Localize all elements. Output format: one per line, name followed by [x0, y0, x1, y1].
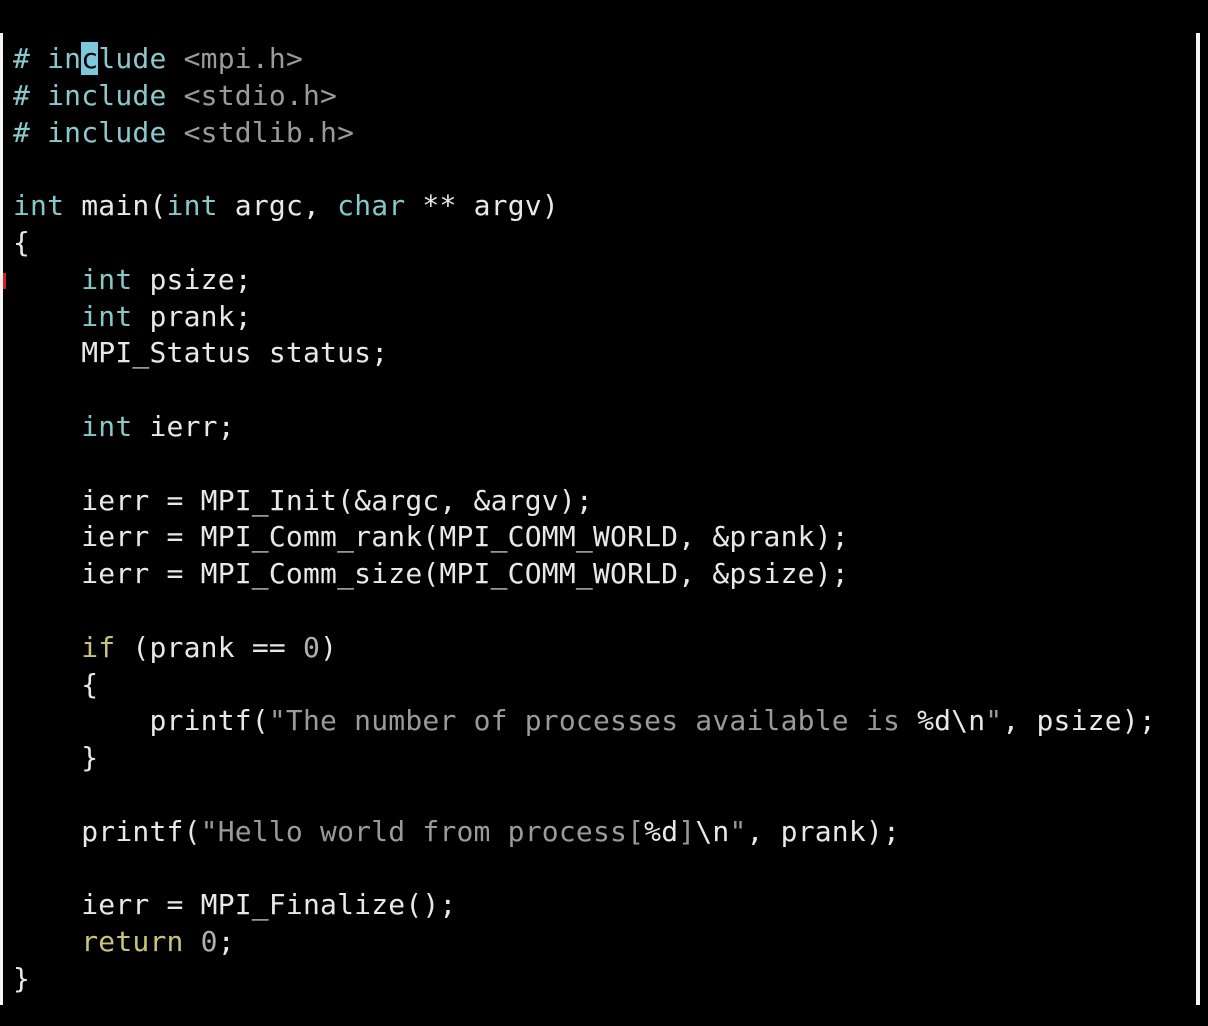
- code-line[interactable]: int prank;: [13, 299, 1156, 336]
- code-line[interactable]: [13, 151, 1156, 188]
- code-line[interactable]: return 0;: [13, 924, 1156, 961]
- code-line[interactable]: MPI_Status status;: [13, 335, 1156, 372]
- code-token: prank;: [132, 299, 252, 333]
- code-editor[interactable]: # include <mpi.h> # include <stdio.h> # in…: [13, 41, 1156, 998]
- code-line[interactable]: int main(int argc, char ** argv): [13, 188, 1156, 225]
- code-token: lude: [98, 42, 167, 75]
- code-token: <mpi.h>: [166, 42, 304, 75]
- code-token: ierr = MPI_Init(&argc, &argv);: [13, 483, 593, 517]
- code-token: int: [166, 189, 218, 223]
- code-token: if: [81, 630, 116, 664]
- code-token: printf(: [13, 814, 201, 848]
- code-token: MPI_Status status;: [13, 336, 389, 370]
- code-token: ierr = MPI_Comm_rank(MPI_COMM_WORLD, &pr…: [13, 520, 849, 554]
- code-token: ": [985, 704, 1003, 738]
- code-line[interactable]: }: [13, 740, 1156, 777]
- code-line[interactable]: # include <stdio.h>: [13, 78, 1156, 115]
- code-line[interactable]: ierr = MPI_Comm_size(MPI_COMM_WORLD, &ps…: [13, 556, 1156, 593]
- code-line[interactable]: }: [13, 961, 1156, 998]
- code-token: argc,: [217, 189, 338, 223]
- code-line[interactable]: [13, 851, 1156, 888]
- code-token: ": [729, 814, 747, 848]
- code-token: ** argv): [405, 189, 559, 223]
- code-line[interactable]: ierr = MPI_Finalize();: [13, 887, 1156, 924]
- text-cursor: c: [81, 42, 99, 75]
- code-line[interactable]: if (prank == 0): [13, 630, 1156, 667]
- code-token: int: [81, 262, 133, 296]
- code-token: # include: [13, 115, 167, 149]
- code-token: (prank ==: [115, 630, 303, 664]
- code-line[interactable]: # include <stdlib.h>: [13, 115, 1156, 152]
- code-token: ): [320, 630, 338, 664]
- code-line[interactable]: [13, 446, 1156, 483]
- code-line[interactable]: {: [13, 667, 1156, 704]
- code-token: printf(: [13, 704, 269, 738]
- code-line[interactable]: int ierr;: [13, 409, 1156, 446]
- code-token: int: [13, 189, 65, 223]
- code-token: {: [13, 225, 31, 259]
- code-token: 0: [303, 630, 321, 664]
- code-token: <stdlib.h>: [166, 115, 355, 149]
- code-token: ]: [678, 814, 696, 848]
- code-line[interactable]: ierr = MPI_Init(&argc, &argv);: [13, 483, 1156, 520]
- code-token: }: [13, 961, 31, 995]
- code-token: %d\n: [917, 704, 986, 738]
- code-token: ierr;: [132, 409, 235, 443]
- code-token: int: [81, 299, 133, 333]
- code-line[interactable]: # include <mpi.h>: [13, 41, 1156, 78]
- code-token: ierr = MPI_Finalize();: [13, 888, 457, 922]
- code-token: %d: [644, 814, 679, 848]
- code-line[interactable]: [13, 372, 1156, 409]
- code-token: \n: [695, 814, 730, 848]
- code-line[interactable]: {: [13, 225, 1156, 262]
- code-line[interactable]: int psize;: [13, 262, 1156, 299]
- code-token: , psize);: [1002, 704, 1156, 738]
- line-marker: [3, 273, 6, 289]
- code-line[interactable]: printf("The number of processes availabl…: [13, 703, 1156, 740]
- code-line[interactable]: [13, 777, 1156, 814]
- code-token: psize;: [132, 262, 252, 296]
- code-token: int: [81, 409, 133, 443]
- code-line[interactable]: [13, 593, 1156, 630]
- code-token: }: [13, 741, 99, 775]
- code-token: char: [337, 189, 406, 223]
- code-token: 0: [200, 925, 218, 959]
- code-token: main(: [64, 189, 167, 223]
- code-token: ierr = MPI_Comm_size(MPI_COMM_WORLD, &ps…: [13, 557, 849, 591]
- code-token: "The number of processes available is: [268, 704, 918, 738]
- code-token: {: [13, 667, 99, 701]
- code-token: , prank);: [746, 814, 901, 848]
- code-token: <stdio.h>: [166, 78, 338, 112]
- code-token: ;: [217, 925, 235, 959]
- code-line[interactable]: ierr = MPI_Comm_rank(MPI_COMM_WORLD, &pr…: [13, 519, 1156, 556]
- code-token: # include: [13, 78, 167, 112]
- code-token: in: [47, 42, 82, 75]
- code-token: #: [13, 42, 48, 75]
- code-line[interactable]: printf("Hello world from process[%d]\n",…: [13, 814, 1156, 851]
- code-token: return: [81, 925, 184, 959]
- code-token: "Hello world from process[: [200, 814, 645, 848]
- editor-window[interactable]: # include <mpi.h> # include <stdio.h> # in…: [0, 33, 1200, 1005]
